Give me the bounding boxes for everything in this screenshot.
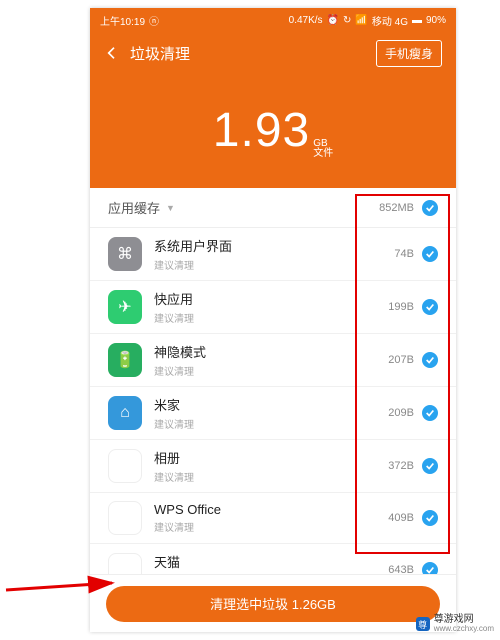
page-title: 垃圾清理 <box>130 43 190 64</box>
status-time: 上午10:19 <box>100 13 145 28</box>
app-size: 199B <box>388 301 414 313</box>
status-network: 移动 4G <box>372 13 408 28</box>
app-row[interactable]: ✈ 快应用 建议清理 199B <box>90 281 456 334</box>
screenshot-frame: 上午10:19 ⓝ 0.47K/s ⏰ ↻ 📶 移动 4G ▬ 90% 垃圾清理… <box>0 0 500 640</box>
nfc-icon: ⓝ <box>149 13 159 28</box>
back-icon[interactable] <box>104 45 120 61</box>
hero-area: 1.93 GB 文件 <box>90 74 456 188</box>
status-battery: 90% <box>426 15 446 26</box>
app-name: 快应用 <box>154 289 376 308</box>
app-header: 垃圾清理 手机瘦身 <box>90 32 456 74</box>
app-size: 74B <box>394 248 414 260</box>
app-icon: ✈ <box>108 290 142 324</box>
junk-size-number: 1.93 <box>213 103 310 158</box>
battery-icon: ▬ <box>412 15 422 26</box>
check-icon[interactable] <box>422 200 438 216</box>
app-size: 372B <box>388 460 414 472</box>
app-icon: 🔋 <box>108 343 142 377</box>
junk-size-sub: 文件 <box>313 149 333 159</box>
app-row[interactable]: 🔋 神隐模式 建议清理 207B <box>90 334 456 387</box>
alarm-icon: ⏰ <box>327 15 339 26</box>
check-icon[interactable] <box>422 299 438 315</box>
section-label: 应用缓存 <box>108 198 160 217</box>
app-icon: ⌘ <box>108 237 142 271</box>
watermark-line2: www.czchxy.com <box>434 625 494 634</box>
sync-icon: ↻ <box>343 15 351 26</box>
app-name: WPS Office <box>154 502 376 517</box>
phone-screen: 上午10:19 ⓝ 0.47K/s ⏰ ↻ 📶 移动 4G ▬ 90% 垃圾清理… <box>90 8 456 632</box>
watermark: 尊 尊游戏网 www.czchxy.com <box>416 614 494 634</box>
bottom-bar: 清理选中垃圾 1.26GB <box>90 574 456 632</box>
wifi-icon: 📶 <box>355 15 367 26</box>
section-header[interactable]: 应用缓存 ▼ 852MB <box>90 188 456 228</box>
app-sub: 建议清理 <box>154 257 382 272</box>
app-row[interactable]: ✿ 相册 建议清理 372B <box>90 440 456 493</box>
app-sub: 建议清理 <box>154 519 376 534</box>
app-name: 相册 <box>154 448 376 467</box>
app-row[interactable]: ⌘ 系统用户界面 建议清理 74B <box>90 228 456 281</box>
app-sub: 建议清理 <box>154 363 376 378</box>
caret-down-icon: ▼ <box>166 203 175 213</box>
phone-slim-button[interactable]: 手机瘦身 <box>376 40 442 67</box>
check-icon[interactable] <box>422 458 438 474</box>
check-icon[interactable] <box>422 246 438 262</box>
app-icon: ✿ <box>108 449 142 483</box>
app-name: 天猫 <box>154 552 376 571</box>
app-sub: 建议清理 <box>154 416 376 431</box>
status-bar: 上午10:19 ⓝ 0.47K/s ⏰ ↻ 📶 移动 4G ▬ 90% <box>90 8 456 32</box>
app-list: ⌘ 系统用户界面 建议清理 74B ✈ 快应用 建议清理 199B 🔋 神隐模式… <box>90 228 456 597</box>
section-total-size: 852MB <box>379 202 414 214</box>
app-name: 米家 <box>154 395 376 414</box>
app-name: 系统用户界面 <box>154 236 382 255</box>
app-size: 207B <box>388 354 414 366</box>
app-icon: ⌂ <box>108 396 142 430</box>
app-row[interactable]: ⌂ 米家 建议清理 209B <box>90 387 456 440</box>
watermark-logo-icon: 尊 <box>416 617 430 631</box>
clean-button[interactable]: 清理选中垃圾 1.26GB <box>106 586 440 622</box>
app-row[interactable]: W WPS Office 建议清理 409B <box>90 493 456 544</box>
app-sub: 建议清理 <box>154 469 376 484</box>
app-name: 神隐模式 <box>154 342 376 361</box>
status-speed: 0.47K/s <box>289 15 323 26</box>
check-icon[interactable] <box>422 510 438 526</box>
app-size: 409B <box>388 512 414 524</box>
check-icon[interactable] <box>422 352 438 368</box>
app-icon: W <box>108 501 142 535</box>
app-size: 209B <box>388 407 414 419</box>
app-sub: 建议清理 <box>154 310 376 325</box>
check-icon[interactable] <box>422 405 438 421</box>
